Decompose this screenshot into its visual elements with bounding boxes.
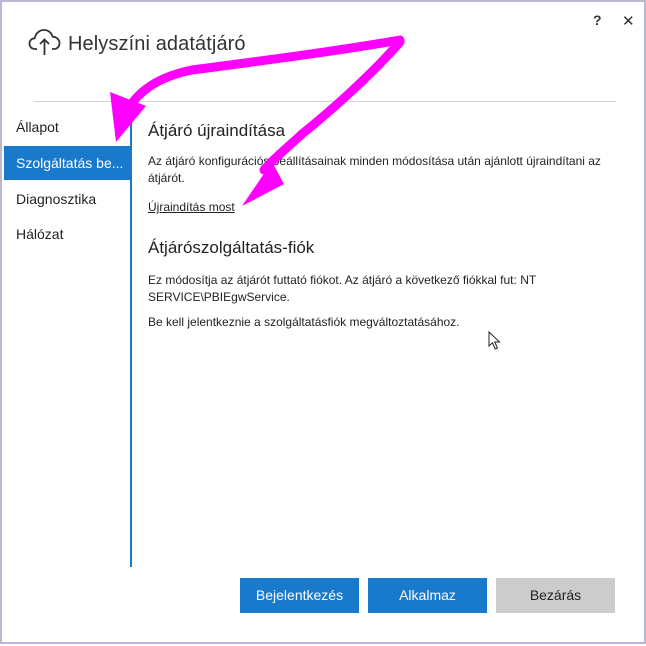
sidebar-divider: [130, 109, 132, 567]
app-title: Helyszíni adatátjáró: [68, 32, 246, 55]
sidebar-item-network[interactable]: Hálózat: [4, 217, 131, 251]
restart-description: Az átjáró konfigurációs beállításainak m…: [148, 154, 601, 185]
gateway-window: Helyszíni adatátjáró ? ✕ Állapot Szolgál…: [0, 0, 646, 644]
restart-section-title: Átjáró újraindítása: [148, 121, 286, 140]
apply-button[interactable]: Alkalmaz: [368, 578, 487, 613]
title-bar: Helyszíni adatátjáró: [28, 26, 246, 62]
mouse-pointer-icon: [488, 330, 502, 356]
close-window-button[interactable]: ✕: [622, 12, 635, 30]
sidebar-item-diagnostics[interactable]: Diagnosztika: [4, 182, 131, 216]
service-account-note: Be kell jelentkeznie a szolgáltatásfiók …: [148, 315, 460, 329]
header-divider: [34, 101, 616, 102]
help-button[interactable]: ?: [593, 12, 602, 28]
service-account-description: Ez módosítja az átjárót futtató fiókot. …: [148, 273, 536, 304]
sidebar-item-status[interactable]: Állapot: [4, 110, 131, 144]
sidebar-item-service-settings[interactable]: Szolgáltatás be...: [4, 146, 131, 180]
service-account-title: Átjárószolgáltatás-fiók: [148, 238, 315, 257]
cloud-upload-icon: [28, 27, 62, 62]
sign-in-button[interactable]: Bejelentkezés: [240, 578, 359, 613]
restart-now-link[interactable]: Újraindítás most: [148, 200, 235, 214]
close-button[interactable]: Bezárás: [496, 578, 615, 613]
